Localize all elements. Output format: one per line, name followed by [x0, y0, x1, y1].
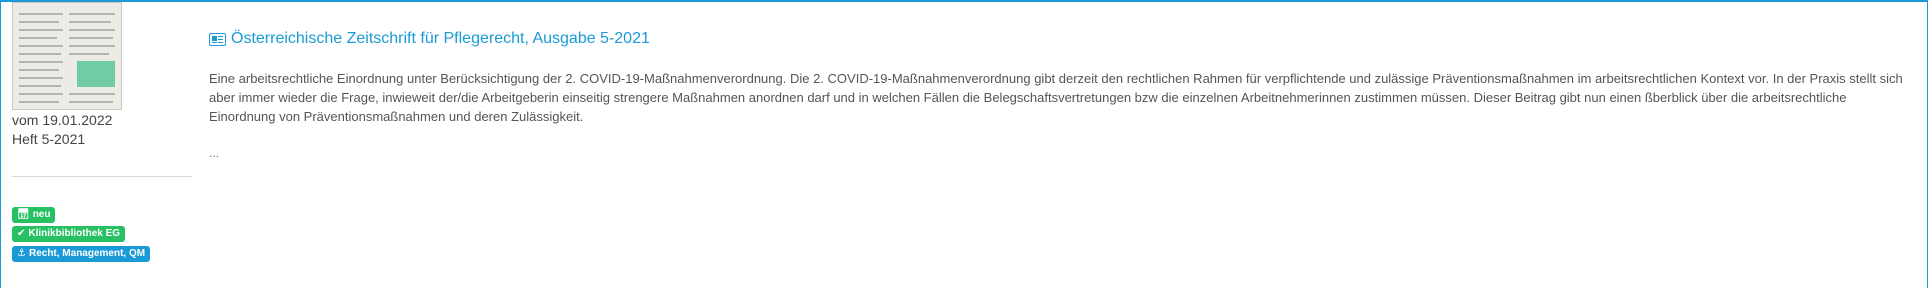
badge-category[interactable]: ⚓︎ Recht, Management, QM — [12, 246, 151, 262]
newspaper-icon — [209, 32, 226, 46]
badge-label: Recht, Management, QM — [28, 248, 146, 259]
badge-library[interactable]: ✔ Klinikbibliothek EG — [12, 226, 126, 242]
divider — [12, 176, 192, 177]
article-thumbnail[interactable] — [12, 2, 122, 110]
previous-article-link-cutoff[interactable] — [209, 0, 1209, 5]
article-title[interactable]: Österreichische Zeitschrift für Pflegere… — [231, 29, 650, 49]
badge-new[interactable]: 📅︎ neu — [12, 207, 56, 223]
badge-label: neu — [32, 209, 51, 220]
article-card: vom 19.01.2022 Heft 5-2021 📅︎ neu ✔ Klin… — [0, 0, 1928, 288]
calendar-icon: 📅︎ — [17, 209, 30, 220]
article-title-link[interactable]: Österreichische Zeitschrift für Pflegere… — [209, 29, 650, 49]
thumbnail-highlight — [77, 61, 115, 87]
badge-label: Klinikbibliothek EG — [28, 228, 121, 239]
article-date: vom 19.01.2022 — [12, 112, 113, 128]
read-more-ellipsis[interactable]: ... — [209, 146, 219, 160]
anchor-icon: ⚓︎ — [17, 248, 26, 259]
check-icon: ✔ — [17, 228, 26, 239]
article-issue: Heft 5-2021 — [12, 131, 86, 147]
article-description: Eine arbeitsrechtliche Einordnung unter … — [209, 71, 1903, 124]
